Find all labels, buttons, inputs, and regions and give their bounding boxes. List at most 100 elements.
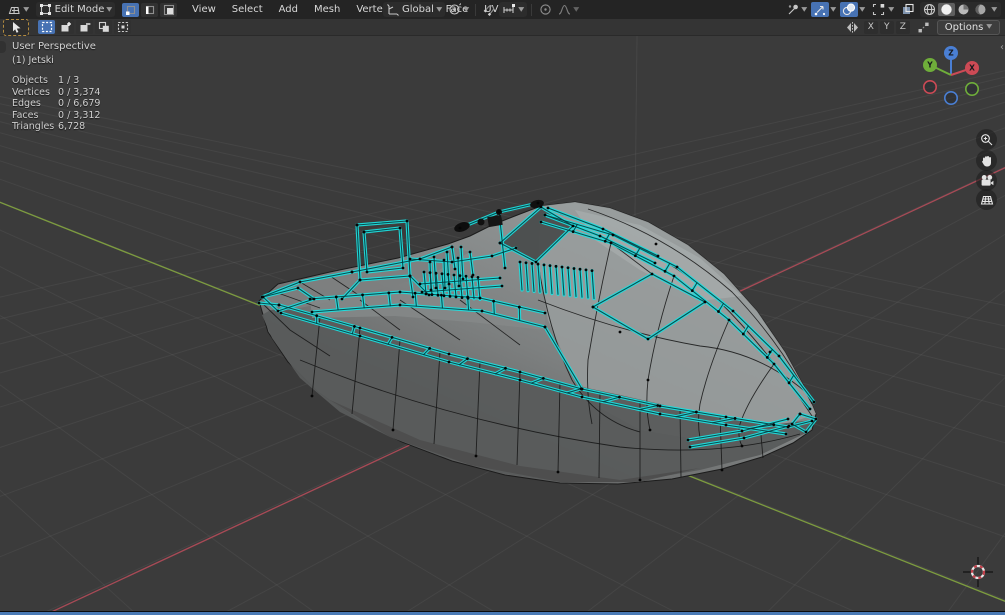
shading-solid-button[interactable] <box>938 3 956 16</box>
svg-text:Y: Y <box>926 61 933 70</box>
view-perspective-label: User Perspective <box>12 41 96 52</box>
select-subtract-button[interactable] <box>76 20 93 34</box>
shading-rendered-button[interactable] <box>972 3 989 16</box>
xray-toggle[interactable] <box>899 3 916 17</box>
falloff-curve-icon <box>558 4 570 15</box>
magnet-icon <box>483 5 495 16</box>
mode-dropdown[interactable]: Edit Mode ▼ <box>35 2 116 17</box>
menu-select[interactable]: Select <box>224 4 271 15</box>
proportional-editing-toggle[interactable] <box>536 2 555 17</box>
chevron-down-icon[interactable]: ▼ <box>888 6 894 13</box>
proportional-falloff-dropdown[interactable]: ▼ <box>555 2 582 17</box>
zoom-button[interactable] <box>976 129 997 150</box>
select-extend-icon <box>61 22 71 32</box>
show-overlays-toggle[interactable] <box>840 2 859 17</box>
snap-target-dropdown[interactable]: ▼ <box>499 2 527 17</box>
wireframe-sphere-icon <box>924 3 936 16</box>
svg-text:X: X <box>969 64 975 73</box>
overlays-icon <box>842 3 856 16</box>
toggle-projection-button[interactable] <box>976 189 997 210</box>
select-intersect-icon <box>117 21 128 33</box>
editor-type-button[interactable]: ▼ <box>4 2 32 17</box>
stat-vertices: Vertices 0 / 3,374 <box>12 86 101 98</box>
select-new-icon <box>41 21 52 33</box>
select-subtract-icon <box>80 23 90 32</box>
divider <box>530 3 532 16</box>
transform-orientation-dropdown[interactable]: Global ▼ <box>383 2 445 17</box>
chevron-down-icon: ▼ <box>462 5 469 13</box>
viewport-options-dropdown[interactable] <box>870 3 887 17</box>
auto-merge-icon <box>918 22 929 32</box>
options-dropdown[interactable]: Options ▼ <box>936 19 1000 35</box>
auto-merge-toggle[interactable] <box>915 20 932 34</box>
chevron-down-icon: ▼ <box>801 5 808 13</box>
tool-settings-dropdown[interactable]: ▼ <box>783 2 810 17</box>
3d-viewport[interactable]: User Perspective (1) Jetski Objects 1 / … <box>0 36 1005 612</box>
blender-window: ▼ Edit Mode ▼ View Select Add Mesh Verte… <box>0 0 1005 615</box>
shading-material-button[interactable] <box>955 3 972 16</box>
menu-add[interactable]: Add <box>271 4 306 15</box>
face-select-button[interactable] <box>160 2 178 17</box>
mirror-y-toggle[interactable]: Y <box>879 20 894 34</box>
toolbar-tab[interactable] <box>0 41 6 53</box>
show-gizmo-toggle[interactable] <box>810 2 829 17</box>
stat-objects: Objects 1 / 3 <box>12 75 80 86</box>
options-label: Options <box>944 21 984 33</box>
select-invert-icon <box>98 21 109 32</box>
edge-select-button[interactable] <box>141 2 159 17</box>
select-set-button[interactable] <box>38 20 55 34</box>
select-mode-options <box>37 20 132 34</box>
select-extend-button[interactable] <box>57 20 74 34</box>
viewport-header: ▼ Edit Mode ▼ View Select Add Mesh Verte… <box>0 0 1005 19</box>
snap-toggle[interactable] <box>480 2 499 17</box>
mesh-select-mode-group <box>121 2 178 17</box>
mirror-z-toggle[interactable]: Z <box>895 20 910 34</box>
chevron-down-icon[interactable]: ▼ <box>830 6 836 13</box>
sidebar-collapse-arrow[interactable]: ‹ <box>1000 42 1004 53</box>
chevron-down-icon: ▼ <box>106 5 113 13</box>
mirror-icon <box>846 21 858 33</box>
navigation-gizmo[interactable]: Z X Y <box>921 44 983 106</box>
vertex-select-button[interactable] <box>122 2 140 17</box>
xray-icon <box>902 3 914 14</box>
mirror-x-toggle[interactable]: X <box>863 20 878 34</box>
corner-select-icon <box>872 3 884 16</box>
pan-button[interactable] <box>976 150 997 171</box>
select-intersect-button[interactable] <box>114 20 131 34</box>
chevron-down-icon[interactable]: ▼ <box>992 6 998 13</box>
header-right-group: ▼ ▼ ▼ ▼ ▼ <box>783 2 1001 17</box>
chevron-down-icon: ▼ <box>23 5 30 13</box>
chevron-down-icon: ▼ <box>518 5 525 13</box>
shading-mode-group: ▼ <box>920 2 1001 17</box>
shading-wireframe-button[interactable] <box>921 3 938 16</box>
orientation-axes-icon <box>387 4 399 16</box>
3d-cursor <box>963 557 993 587</box>
svg-text:Z: Z <box>948 49 954 58</box>
hand-icon <box>982 156 991 167</box>
active-tool-button[interactable] <box>3 18 29 36</box>
menu-view[interactable]: View <box>184 4 224 15</box>
pivot-point-icon <box>448 3 461 15</box>
select-invert-button[interactable] <box>95 20 112 34</box>
zoom-icon <box>981 134 993 146</box>
camera-view-button[interactable] <box>976 170 997 191</box>
editor-3d-viewport-icon <box>8 6 20 15</box>
screwdriver-icon <box>788 4 798 15</box>
snap-increment-icon <box>503 4 516 13</box>
pivot-point-dropdown[interactable]: ▼ <box>445 2 472 17</box>
chevron-down-icon: ▼ <box>986 23 993 30</box>
window-bottom-strip <box>0 611 1005 615</box>
menu-mesh[interactable]: Mesh <box>306 4 348 15</box>
stat-edges: Edges 0 / 6,679 <box>12 98 101 109</box>
gizmo-arrow-icon <box>814 5 826 16</box>
scene-statistics: Objects 1 / 3 Vertices 0 / 3,374 Edges 0… <box>12 75 100 133</box>
viewport-scene <box>0 36 1005 612</box>
cursor-tool-icon <box>12 22 20 33</box>
chevron-down-icon[interactable]: ▼ <box>859 6 865 13</box>
tool-left-group <box>0 18 132 36</box>
solid-sphere-icon <box>941 4 953 15</box>
material-sphere-icon <box>958 4 969 15</box>
orientation-label: Global <box>402 4 434 15</box>
tool-right-group: X Y Z Options ▼ <box>845 19 1000 35</box>
camera-icon <box>981 175 993 186</box>
